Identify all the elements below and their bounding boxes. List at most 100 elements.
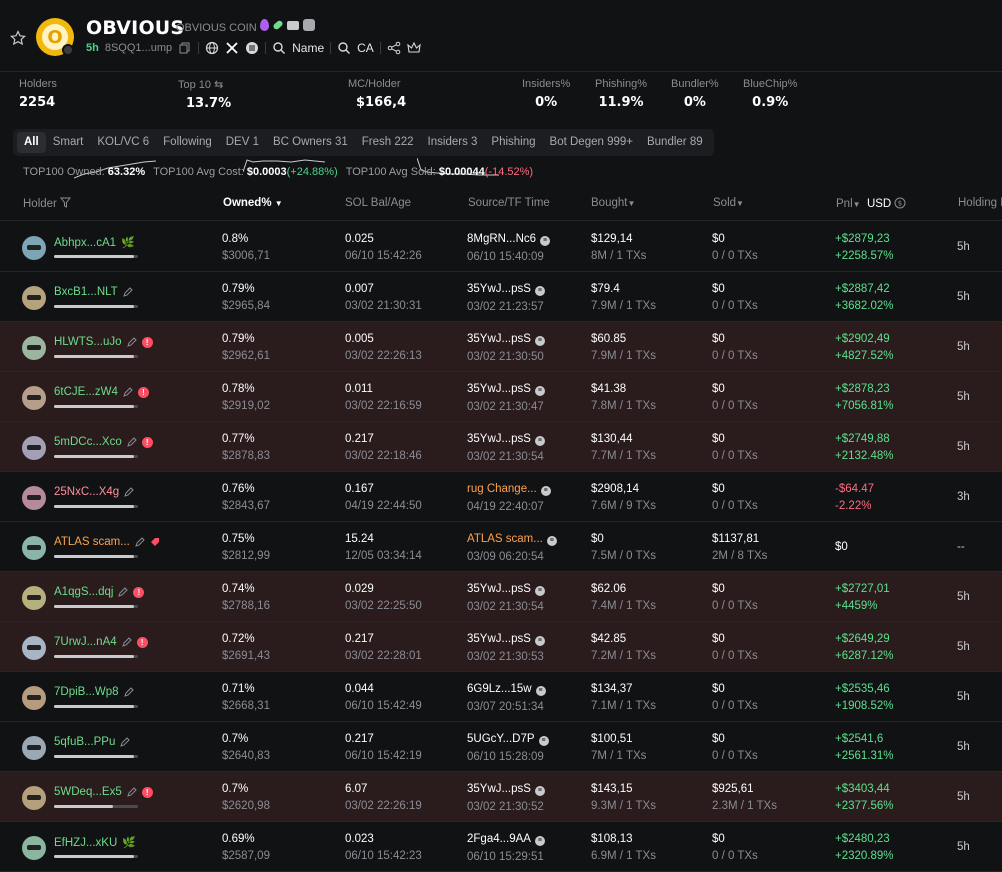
website-globe-icon[interactable] [205,41,219,55]
table-row[interactable]: 5WDeq...Ex5! 0.7% $2620,98 6.07 03/02 22:26:… [0,772,1002,822]
source-address[interactable]: 35YwJ...psS [467,283,531,295]
table-row[interactable]: 5mDCc...Xco! 0.77% $2878,83 0.217 03/02 22:1… [0,422,1002,472]
holder-name[interactable]: 5mDCc...Xco [54,436,122,448]
source-link[interactable]: 35YwJ...psS ≡ [467,783,545,796]
table-row[interactable]: 7UrwJ...nA4! 0.72% $2691,43 0.217 03/02 22:2… [0,622,1002,672]
crown-icon[interactable] [407,41,421,55]
avatar[interactable] [22,636,46,660]
avatar[interactable] [22,436,46,460]
avatar[interactable] [22,486,46,510]
source-address[interactable]: ATLAS scam... [467,533,543,545]
source-link[interactable]: 6G9Lz...15w ≡ [467,683,546,696]
telegram-icon[interactable] [245,41,259,55]
tab-smart[interactable]: Smart [46,132,91,153]
source-address[interactable]: 6G9Lz...15w [467,683,532,695]
source-address[interactable]: rug Change... [467,483,537,495]
holder-address[interactable]: 7DpiB...Wp8 [54,686,134,698]
doc-icon[interactable]: ≡ [534,385,545,396]
table-row[interactable]: Abhpx...cA1 🌿 0.8% $3006,71 0.025 06/10 15:42… [0,222,1002,272]
holder-address[interactable]: 5mDCc...Xco! [54,436,153,448]
source-address[interactable]: 35YwJ...psS [467,333,531,345]
col-sol[interactable]: SOL Bal/Age [345,197,411,209]
table-row[interactable]: HLWTS...uJo! 0.79% $2962,61 0.005 03/02 22:2… [0,322,1002,372]
edit-icon[interactable] [123,687,134,697]
source-link[interactable]: rug Change... ≡ [467,483,551,496]
tab-fresh-222[interactable]: Fresh 222 [355,132,421,153]
holder-name[interactable]: HLWTS...uJo [54,336,122,348]
source-address[interactable]: 8MgRN...Nc6 [467,233,536,245]
doc-icon[interactable]: ≡ [534,785,545,796]
holder-address[interactable]: 6tCJE...zW4! [54,386,149,398]
col-pnl[interactable]: Pnl▼ USD $ [836,197,906,210]
avatar[interactable] [22,586,46,610]
col-owned[interactable]: Owned% ▼ [223,197,283,209]
search-ca-label[interactable]: CA [357,41,374,55]
source-address[interactable]: 35YwJ...psS [467,633,531,645]
holder-name[interactable]: EfHZJ...xKU [54,837,117,849]
source-address[interactable]: 35YwJ...psS [467,783,531,795]
holder-name[interactable]: BxcB1...NLT [54,286,118,298]
source-link[interactable]: 2Fga4...9AA ≡ [467,833,545,846]
holder-name[interactable]: 7DpiB...Wp8 [54,686,119,698]
table-row[interactable]: BxcB1...NLT 0.79% $2965,84 0.007 03/02 21:30… [0,272,1002,322]
edit-icon[interactable] [120,737,131,747]
table-row[interactable]: 5qfuB...PPu 0.7% $2640,83 0.217 06/10 15:42:… [0,722,1002,772]
table-row[interactable]: EfHZJ...xKU 🌿 0.69% $2587,09 0.023 06/10 15:4… [0,822,1002,872]
doc-icon[interactable]: ≡ [540,485,551,496]
doc-icon[interactable]: ≡ [534,435,545,446]
source-link[interactable]: 35YwJ...psS ≡ [467,283,545,296]
doc-icon[interactable]: ≡ [534,285,545,296]
holder-address[interactable]: 25NxC...X4g [54,486,134,498]
source-address[interactable]: 5UGcY...D7P [467,733,535,745]
col-holding[interactable]: Holding Pe [958,197,1002,209]
edit-icon[interactable] [122,287,133,297]
col-source[interactable]: Source/TF Time [468,197,550,209]
edit-icon[interactable] [123,387,133,397]
doc-icon[interactable]: ≡ [534,585,545,596]
avatar[interactable] [22,836,46,860]
copy-icon[interactable] [178,41,192,55]
tab-insiders-3[interactable]: Insiders 3 [421,132,485,153]
source-link[interactable]: 35YwJ...psS ≡ [467,333,545,346]
source-address[interactable]: 35YwJ...psS [467,383,531,395]
avatar[interactable] [22,386,46,410]
holder-address[interactable]: Abhpx...cA1 🌿 [54,236,135,250]
source-address[interactable]: 35YwJ...psS [467,583,531,595]
table-row[interactable]: 7DpiB...Wp8 0.71% $2668,31 0.044 06/10 15:42… [0,672,1002,722]
avatar[interactable] [22,286,46,310]
currency-swap-icon[interactable]: $ [894,197,906,209]
source-link[interactable]: 8MgRN...Nc6 ≡ [467,233,551,246]
doc-icon[interactable]: ≡ [534,335,545,346]
source-address[interactable]: 35YwJ...psS [467,433,531,445]
filter-icon[interactable] [60,197,72,208]
holder-address[interactable]: BxcB1...NLT [54,286,133,298]
tab-bundler-89[interactable]: Bundler 89 [640,132,710,153]
holder-address[interactable]: 5qfuB...PPu [54,736,131,748]
currency-toggle[interactable]: USD [867,198,891,210]
avatar[interactable] [22,736,46,760]
source-link[interactable]: 35YwJ...psS ≡ [467,433,545,446]
source-address[interactable]: 2Fga4...9AA [467,833,531,845]
search-name-icon[interactable] [272,41,286,55]
holder-name[interactable]: Abhpx...cA1 [54,237,116,249]
table-row[interactable]: A1qgS...dqj! 0.74% $2788,16 0.029 03/02 22:2… [0,572,1002,622]
tab-kol-vc-6[interactable]: KOL/VC 6 [90,132,156,153]
tab-following[interactable]: Following [156,132,219,153]
doc-icon[interactable]: ≡ [540,235,551,246]
edit-icon[interactable] [126,437,137,447]
edit-icon[interactable] [126,337,137,347]
x-twitter-icon[interactable] [225,41,239,55]
col-bought[interactable]: Bought▼ [591,197,635,209]
edit-icon[interactable] [121,637,132,647]
holder-name[interactable]: 6tCJE...zW4 [54,386,118,398]
holder-address[interactable]: EfHZJ...xKU 🌿 [54,836,136,850]
col-sold[interactable]: Sold▼ [713,197,744,209]
table-row[interactable]: 6tCJE...zW4! 0.78% $2919,02 0.011 03/02 22:1… [0,372,1002,422]
avatar[interactable] [22,536,46,560]
avatar[interactable] [22,786,46,810]
holder-address[interactable]: A1qgS...dqj! [54,586,145,598]
holder-address[interactable]: ATLAS scam... [54,536,160,548]
edit-icon[interactable] [124,487,134,497]
table-row[interactable]: 25NxC...X4g 0.76% $2843,67 0.167 04/19 22:44… [0,472,1002,522]
source-link[interactable]: ATLAS scam... ≡ [467,533,557,546]
